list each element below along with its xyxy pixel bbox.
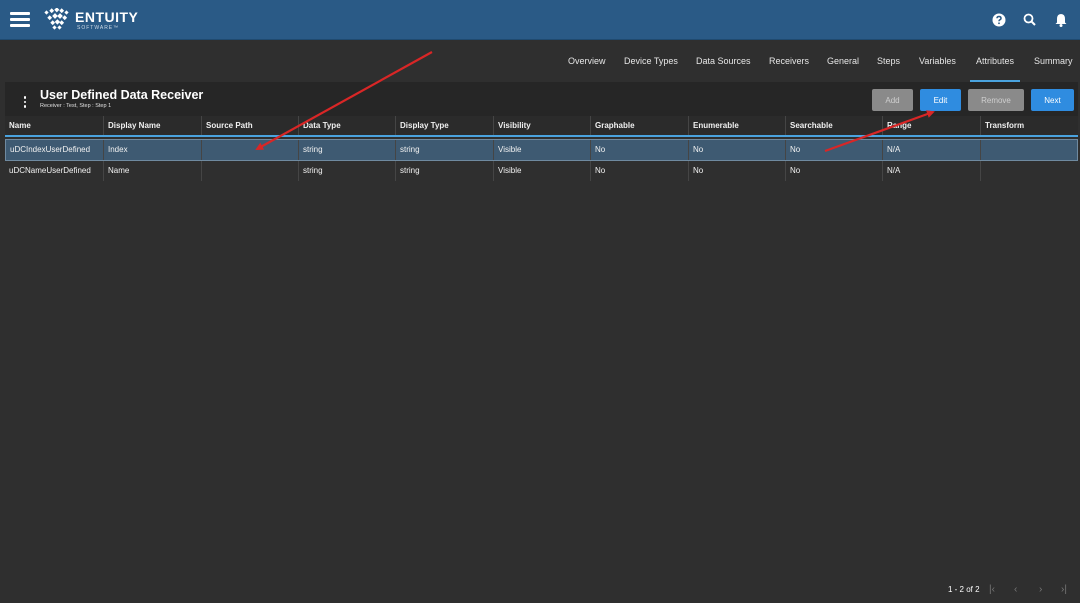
search-icon[interactable] <box>1021 11 1039 29</box>
cell-range: N/A <box>882 140 980 160</box>
tab-variables[interactable]: Variables <box>919 56 956 66</box>
cell-searchable: No <box>785 161 882 181</box>
cell-display-name: Index <box>103 140 201 160</box>
table-row[interactable]: uDCNameUserDefined Name string string Vi… <box>5 161 1078 183</box>
brand-subtitle: SOFTWARE™ <box>77 25 120 31</box>
cell-name: uDCNameUserDefined <box>9 166 91 175</box>
cell-display-name: Name <box>103 161 201 181</box>
column-header-visibility[interactable]: Visibility <box>493 116 590 135</box>
cell-range: N/A <box>882 161 980 181</box>
next-button[interactable]: Next <box>1031 89 1074 111</box>
column-header-searchable[interactable]: Searchable <box>785 116 882 135</box>
add-button[interactable]: Add <box>872 89 913 111</box>
cell-enumerable: No <box>688 161 785 181</box>
tab-steps[interactable]: Steps <box>877 56 900 66</box>
tab-data-sources[interactable]: Data Sources <box>696 56 751 66</box>
cell-graphable: No <box>590 140 688 160</box>
notifications-bell-icon[interactable] <box>1052 11 1070 29</box>
brand-name: ENTUITY <box>75 9 139 25</box>
help-icon[interactable] <box>990 11 1008 29</box>
column-header-data-type[interactable]: Data Type <box>298 116 395 135</box>
pagination: 1 - 2 of 2 |‹ ‹ › ›| <box>948 585 1076 597</box>
cell-visibility: Visible <box>493 140 590 160</box>
tab-device-types[interactable]: Device Types <box>624 56 678 66</box>
page-title: User Defined Data Receiver <box>40 88 204 102</box>
tab-attributes[interactable]: Attributes <box>969 56 1021 82</box>
logo-mark-icon <box>44 8 69 30</box>
cell-name: uDCIndexUserDefined <box>10 145 91 154</box>
column-header-display-type[interactable]: Display Type <box>395 116 493 135</box>
cell-data-type: string <box>298 140 395 160</box>
panel-header: User Defined Data Receiver Receiver : Te… <box>5 82 1078 116</box>
column-header-display-name[interactable]: Display Name <box>103 116 201 135</box>
pagination-range: 1 - 2 of 2 <box>948 585 980 594</box>
first-page-icon[interactable]: |‹ <box>989 585 995 595</box>
column-header-transform[interactable]: Transform <box>980 116 1078 135</box>
last-page-icon[interactable]: ›| <box>1061 585 1067 595</box>
attributes-table: Name Display Name Source Path Data Type … <box>5 116 1078 577</box>
column-header-enumerable[interactable]: Enumerable <box>688 116 785 135</box>
column-header-graphable[interactable]: Graphable <box>590 116 688 135</box>
tab-summary[interactable]: Summary <box>1034 56 1073 66</box>
wizard-tabs: Overview Device Types Data Sources Recei… <box>0 41 1080 82</box>
cell-visibility: Visible <box>493 161 590 181</box>
table-header: Name Display Name Source Path Data Type … <box>5 116 1078 137</box>
cell-enumerable: No <box>688 140 785 160</box>
prev-page-icon[interactable]: ‹ <box>1014 585 1017 595</box>
table-row[interactable]: uDCIndexUserDefined Index string string … <box>5 139 1078 161</box>
next-page-icon[interactable]: › <box>1039 585 1042 595</box>
cell-display-type: string <box>395 161 493 181</box>
menu-icon[interactable] <box>10 11 30 27</box>
cell-source-path <box>201 140 298 160</box>
tab-overview[interactable]: Overview <box>568 56 606 66</box>
remove-button[interactable]: Remove <box>968 89 1024 111</box>
header-actions <box>990 11 1070 29</box>
column-header-source-path[interactable]: Source Path <box>201 116 298 135</box>
cell-display-type: string <box>395 140 493 160</box>
edit-button[interactable]: Edit <box>920 89 961 111</box>
tab-receivers[interactable]: Receivers <box>769 56 809 66</box>
cell-transform <box>980 161 1078 181</box>
cell-transform <box>980 140 1077 160</box>
cell-graphable: No <box>590 161 688 181</box>
column-header-range[interactable]: Range <box>882 116 980 135</box>
app-header: ENTUITY SOFTWARE™ <box>0 0 1080 40</box>
more-options-icon[interactable] <box>23 96 27 108</box>
cell-data-type: string <box>298 161 395 181</box>
column-header-name[interactable]: Name <box>5 116 103 135</box>
cell-source-path <box>201 161 298 181</box>
tab-general[interactable]: General <box>827 56 859 66</box>
cell-searchable: No <box>785 140 882 160</box>
page-subtitle: Receiver : Test, Step : Step 1 <box>40 103 112 109</box>
